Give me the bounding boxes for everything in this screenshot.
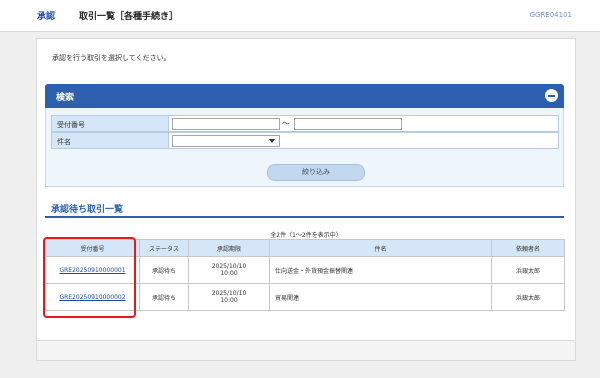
breadcrumb[interactable]: 承認 bbox=[37, 9, 55, 22]
subject-label: 件名 bbox=[51, 132, 169, 149]
triangle-down-icon bbox=[269, 139, 275, 143]
list-divider bbox=[45, 216, 564, 218]
subject-select[interactable] bbox=[172, 135, 280, 147]
panel-footer bbox=[37, 340, 575, 360]
page-title: 取引一覧［各種手続き］ bbox=[79, 12, 179, 22]
status-cell: 承認待ち bbox=[139, 283, 189, 311]
search-title: 検索 bbox=[56, 93, 75, 103]
receipt-number-to-input[interactable] bbox=[294, 118, 402, 130]
instruction-text: 承認を行う取引を選択してください。 bbox=[52, 54, 171, 62]
deadline-cell: 2025/10/10 10:00 bbox=[188, 283, 270, 311]
highlight-frame bbox=[43, 237, 136, 318]
requester-cell: 浜銀太郎 bbox=[491, 283, 565, 311]
subject-row: 件名 bbox=[51, 132, 559, 149]
receipt-number-from-input[interactable] bbox=[172, 118, 280, 130]
top-bar: 承認 取引一覧［各種手続き］ GGRE04101 bbox=[0, 0, 600, 32]
column-header-subject: 件名 bbox=[269, 239, 492, 257]
deadline-cell: 2025/10/10 10:00 bbox=[188, 256, 270, 284]
minus-circle-icon[interactable] bbox=[545, 89, 558, 102]
subject-cell: 仕向送金・外貨預金振替関連 bbox=[269, 256, 492, 284]
subject-cell: 貿易関連 bbox=[269, 283, 492, 311]
deadline-date: 2025/10/10 bbox=[211, 263, 247, 270]
deadline-time: 10:00 bbox=[220, 297, 238, 304]
column-header-requester: 依頼者名 bbox=[491, 239, 565, 257]
receipt-number-value-cell: ～ bbox=[169, 115, 559, 132]
search-header[interactable]: 検索 bbox=[45, 84, 564, 108]
search-body: 受付番号 ～ 件名 絞り込み bbox=[45, 108, 564, 187]
filter-button[interactable]: 絞り込み bbox=[267, 164, 365, 181]
receipt-number-row: 受付番号 ～ bbox=[51, 115, 559, 132]
column-header-status: ステータス bbox=[139, 239, 189, 257]
deadline-time: 10:00 bbox=[220, 270, 238, 277]
column-header-deadline: 承認期限 bbox=[188, 239, 270, 257]
status-cell: 承認待ち bbox=[139, 256, 189, 284]
range-separator: ～ bbox=[282, 119, 290, 128]
list-title: 承認待ち取引一覧 bbox=[51, 205, 124, 215]
subject-value-cell bbox=[169, 132, 559, 149]
deadline-date: 2025/10/10 bbox=[211, 290, 247, 297]
receipt-number-label: 受付番号 bbox=[51, 115, 169, 132]
screen-id: GGRE04101 bbox=[529, 11, 572, 19]
requester-cell: 浜銀太郎 bbox=[491, 256, 565, 284]
